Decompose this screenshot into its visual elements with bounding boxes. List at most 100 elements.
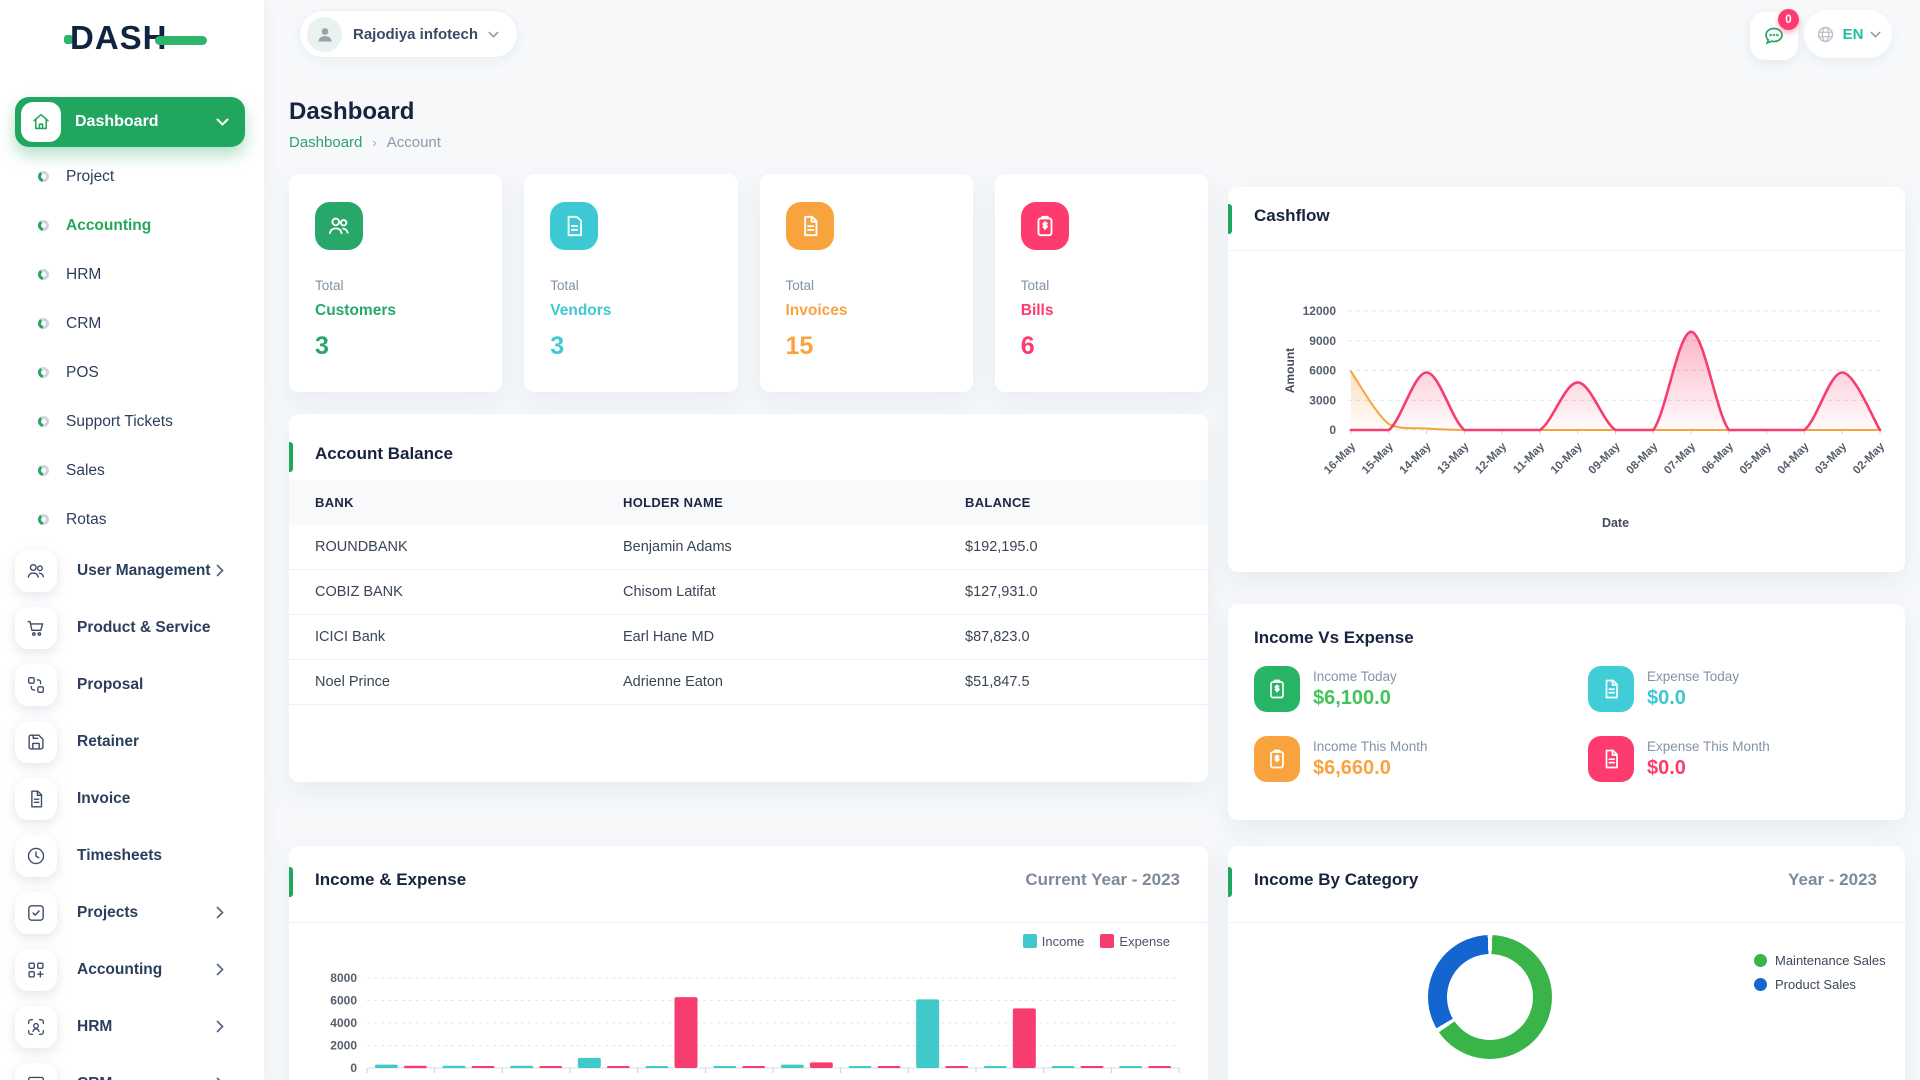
- stat-name: Customers: [315, 302, 476, 320]
- sidebar-item-product-service[interactable]: Product & Service: [0, 599, 264, 656]
- breadcrumb-dashboard-link[interactable]: Dashboard: [289, 134, 362, 151]
- column-bank: BANK: [289, 495, 623, 510]
- svg-text:12-May: 12-May: [1473, 440, 1509, 476]
- users-icon: [15, 550, 57, 592]
- stat-value: $6,660.0: [1313, 757, 1428, 780]
- sidebar-item-dashboard[interactable]: Dashboard: [15, 97, 245, 147]
- sidebar-item-label: User Management: [77, 562, 216, 580]
- globe-icon: [1815, 24, 1836, 45]
- card-accent: [289, 867, 293, 897]
- chevron-right-icon: [216, 906, 224, 919]
- svg-text:02-May: 02-May: [1851, 440, 1887, 476]
- cell-balance: $87,823.0: [965, 629, 1208, 645]
- bullet-icon: [38, 318, 49, 329]
- clock-icon: [15, 835, 57, 877]
- sidebar-item-pos[interactable]: POS: [0, 348, 264, 397]
- sidebar-item-label: Product & Service: [77, 619, 216, 637]
- svg-text:08-May: 08-May: [1624, 440, 1660, 476]
- breadcrumb-separator: ›: [372, 135, 376, 150]
- stat-label: Total: [786, 278, 947, 293]
- gridplus-icon: [15, 949, 57, 991]
- sidebar-item-label: Retainer: [77, 733, 216, 751]
- svg-text:Date: Date: [1602, 516, 1629, 530]
- language-selector[interactable]: EN: [1804, 10, 1892, 58]
- sidebar-item-user-management[interactable]: User Management: [0, 542, 264, 599]
- workspace-dropdown[interactable]: Rajodiya infotech: [299, 10, 518, 58]
- sidebar-item-hrm[interactable]: HRM: [0, 250, 264, 299]
- sidebar-item-accounting[interactable]: Accounting: [0, 941, 264, 998]
- sidebar-item-accounting[interactable]: Accounting: [0, 201, 264, 250]
- card-accent: [1228, 867, 1232, 897]
- cell-bank: ROUNDBANK: [289, 539, 623, 555]
- cashflow-card: Cashflow 12000900060003000016-May15-May1…: [1228, 187, 1905, 572]
- language-code: EN: [1843, 26, 1864, 43]
- sidebar-item-project[interactable]: Project: [0, 152, 264, 201]
- section-title: Income & Expense: [315, 870, 466, 890]
- legend-label: Product Sales: [1775, 977, 1856, 992]
- income-vs-expense-card: Income Vs Expense Income Today $6,100.0 …: [1228, 604, 1905, 820]
- bullet-icon: [38, 465, 49, 476]
- sidebar-item-label: Accounting: [66, 217, 151, 235]
- stat-value: $0.0: [1647, 687, 1739, 710]
- stat-cards: Total Customers 3 Total Vendors 3 Total …: [289, 174, 1208, 392]
- logo-text: DASH: [70, 19, 168, 57]
- section-title: Account Balance: [315, 444, 453, 464]
- income-expense-chart-card: Income & Expense Current Year - 2023 Inc…: [289, 846, 1208, 1080]
- svg-text:03-May: 03-May: [1813, 440, 1849, 476]
- stat-label: Total: [550, 278, 711, 293]
- sidebar-item-label: POS: [66, 364, 99, 382]
- cart-icon: [15, 607, 57, 649]
- home-icon: [21, 102, 61, 142]
- avatar: [307, 17, 342, 52]
- divider: [1228, 922, 1905, 923]
- section-subtitle: Current Year - 2023: [1025, 870, 1180, 890]
- svg-text:4000: 4000: [330, 1016, 357, 1030]
- breadcrumb: Dashboard › Account: [289, 134, 441, 151]
- sidebar-item-support-tickets[interactable]: Support Tickets: [0, 397, 264, 446]
- file-icon: [786, 202, 834, 250]
- stat-expense-this-month: Expense This Month $0.0: [1588, 736, 1770, 782]
- sidebar-item-timesheets[interactable]: Timesheets: [0, 827, 264, 884]
- sidebar-item-sales[interactable]: Sales: [0, 446, 264, 495]
- section-title: Income By Category: [1254, 870, 1418, 890]
- sidebar-item-label: HRM: [66, 266, 101, 284]
- sidebar-item-rotas[interactable]: Rotas: [0, 495, 264, 544]
- sidebar-item-hrm[interactable]: HRM: [0, 998, 264, 1055]
- chevron-down-icon: [1870, 31, 1881, 38]
- svg-text:15-May: 15-May: [1360, 440, 1396, 476]
- logo-dash-icon: [155, 36, 207, 45]
- svg-text:14-May: 14-May: [1398, 440, 1434, 476]
- stat-label: Expense Today: [1647, 669, 1739, 684]
- account-balance-card: Account Balance BANK HOLDER NAME BALANCE…: [289, 414, 1208, 782]
- bullet-icon: [38, 171, 49, 182]
- file-icon: [1588, 736, 1634, 782]
- sidebar-item-proposal[interactable]: Proposal: [0, 656, 264, 713]
- section-subtitle: Year - 2023: [1788, 870, 1877, 890]
- sidebar: DASH Dashboard Project Accounting HRM CR…: [0, 0, 264, 1080]
- cell-balance: $192,195.0: [965, 539, 1208, 555]
- divider: [1228, 250, 1905, 251]
- stat-value: 15: [786, 332, 947, 361]
- legend-dot: [1754, 954, 1767, 967]
- chevron-down-icon: [488, 31, 499, 38]
- svg-text:07-May: 07-May: [1662, 440, 1698, 476]
- income-expense-chart: 80006000400020000: [289, 942, 1208, 1080]
- stat-label: Total: [315, 278, 476, 293]
- sidebar-item-retainer[interactable]: Retainer: [0, 713, 264, 770]
- cell-holder-name: Benjamin Adams: [623, 539, 965, 555]
- sidebar-item-crm[interactable]: CRM: [0, 299, 264, 348]
- card-accent: [289, 442, 293, 472]
- cell-balance: $127,931.0: [965, 584, 1208, 600]
- cell-holder-name: Adrienne Eaton: [623, 674, 965, 690]
- stat-income-today: Income Today $6,100.0: [1254, 666, 1397, 712]
- stat-label: Income Today: [1313, 669, 1397, 684]
- frame-icon: [15, 1063, 57, 1080]
- sidebar-item-invoice[interactable]: Invoice: [0, 770, 264, 827]
- sidebar-item-crm[interactable]: CRM: [0, 1055, 264, 1080]
- stat-value: 3: [550, 332, 711, 361]
- sidebar-item-projects[interactable]: Projects: [0, 884, 264, 941]
- table-row: ROUNDBANK Benjamin Adams $192,195.0: [289, 525, 1208, 570]
- stat-label: Expense This Month: [1647, 739, 1770, 754]
- sidebar-item-label: Projects: [77, 904, 216, 922]
- svg-text:9000: 9000: [1309, 334, 1336, 348]
